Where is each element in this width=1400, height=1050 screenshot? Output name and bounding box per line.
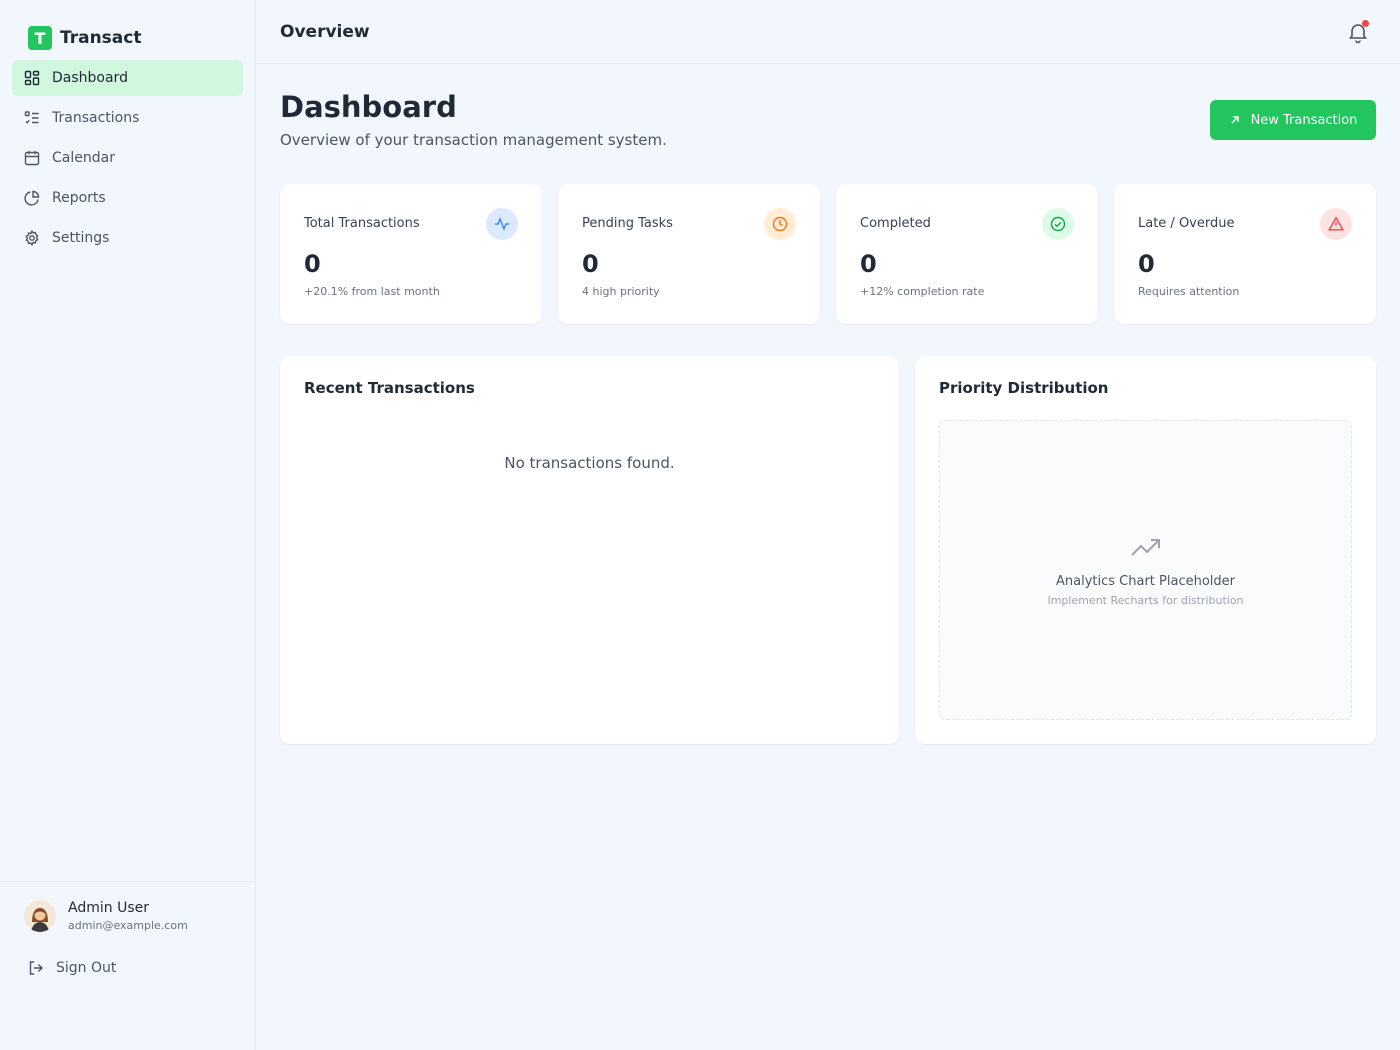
stat-subtext: Requires attention [1138, 285, 1240, 298]
sidebar-item-transactions[interactable]: Transactions [12, 100, 243, 136]
user-email: admin@example.com [68, 919, 188, 932]
sign-out-label: Sign Out [56, 960, 117, 976]
sidebar: T Transact Dashboard Transactions Calend… [0, 0, 256, 1050]
trending-up-icon [1131, 539, 1160, 556]
sidebar-nav: Dashboard Transactions Calendar Reports [12, 60, 243, 260]
stat-card-late-overdue: Late / Overdue 0 Requires attention [1114, 184, 1376, 324]
priority-distribution-panel: Priority Distribution Analytics Chart Pl… [915, 356, 1376, 744]
sidebar-item-reports[interactable]: Reports [12, 180, 243, 216]
user-avatar-icon [24, 900, 56, 932]
stat-card-completed: Completed 0 +12% completion rate [836, 184, 1098, 324]
sidebar-item-label: Dashboard [52, 70, 128, 86]
top-bar: Overview [256, 0, 1400, 64]
notification-dot [1362, 20, 1369, 27]
brand-logo-icon: T [28, 26, 52, 50]
avatar [24, 900, 56, 932]
sidebar-footer: Admin User admin@example.com Sign Out [0, 881, 255, 1050]
new-transaction-label: New Transaction [1250, 112, 1358, 128]
activity-icon [486, 208, 518, 240]
stat-label: Late / Overdue [1138, 216, 1235, 231]
stat-value: 0 [582, 250, 599, 278]
sign-out-button[interactable]: Sign Out [28, 960, 116, 976]
arrow-up-right-icon [1231, 116, 1239, 124]
gear-icon [25, 230, 39, 246]
stat-card-pending-tasks: Pending Tasks 0 4 high priority [558, 184, 820, 324]
stat-label: Pending Tasks [582, 216, 673, 231]
sidebar-item-dashboard[interactable]: Dashboard [12, 60, 243, 96]
sidebar-item-calendar[interactable]: Calendar [12, 140, 243, 176]
stat-subtext: +20.1% from last month [304, 285, 440, 298]
alert-triangle-icon [1320, 208, 1352, 240]
brand-name: Transact [60, 28, 142, 48]
list-checks-icon [24, 111, 39, 124]
check-circle-icon [1042, 208, 1074, 240]
sidebar-item-label: Calendar [52, 150, 115, 166]
stat-value: 0 [1138, 250, 1155, 278]
dashboard-grid-icon [24, 70, 40, 86]
header-title: Overview [280, 21, 370, 42]
stat-subtext: 4 high priority [582, 285, 660, 298]
page-title: Dashboard [280, 90, 457, 124]
panel-title: Recent Transactions [304, 379, 475, 397]
placeholder-title: Analytics Chart Placeholder [1056, 574, 1235, 589]
log-out-icon [29, 961, 43, 975]
stat-label: Completed [860, 216, 931, 231]
new-transaction-button[interactable]: New Transaction [1210, 100, 1376, 140]
notifications-button[interactable] [1346, 20, 1370, 44]
panel-title: Priority Distribution [939, 379, 1109, 397]
page-subtitle: Overview of your transaction management … [280, 131, 667, 149]
empty-state-message: No transactions found. [504, 454, 675, 472]
stat-subtext: +12% completion rate [860, 285, 985, 298]
pie-chart-icon [24, 190, 40, 206]
stat-label: Total Transactions [304, 216, 420, 231]
chart-placeholder: Analytics Chart Placeholder Implement Re… [939, 420, 1352, 720]
sidebar-item-settings[interactable]: Settings [12, 220, 243, 256]
sidebar-item-label: Settings [52, 230, 110, 246]
sidebar-item-label: Reports [52, 190, 106, 206]
placeholder-subtitle: Implement Recharts for distribution [1047, 594, 1244, 607]
calendar-icon [24, 151, 40, 166]
stat-value: 0 [860, 250, 877, 278]
brand[interactable]: T Transact [28, 26, 141, 50]
stat-value: 0 [304, 250, 321, 278]
user-profile[interactable]: Admin User admin@example.com [24, 900, 188, 932]
clock-icon [764, 208, 796, 240]
stat-card-total-transactions: Total Transactions 0 +20.1% from last mo… [280, 184, 542, 324]
sidebar-item-label: Transactions [52, 110, 140, 126]
recent-transactions-panel: Recent Transactions No transactions foun… [280, 356, 899, 744]
user-name: Admin User [68, 900, 149, 916]
